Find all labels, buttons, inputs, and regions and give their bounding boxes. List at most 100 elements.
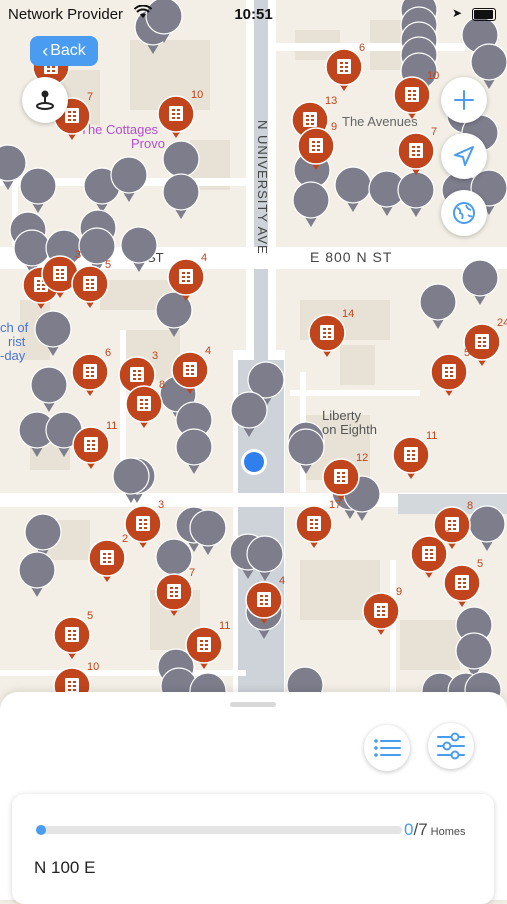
building-count: 12 bbox=[356, 452, 368, 464]
building-count: 7 bbox=[87, 91, 93, 103]
homes-progress-bar bbox=[36, 825, 402, 835]
back-button[interactable]: ‹ Back bbox=[30, 36, 98, 66]
sliders-icon bbox=[437, 732, 465, 760]
building-icon bbox=[307, 516, 321, 531]
place-label: The Cottages bbox=[80, 122, 159, 137]
chevron-left-icon: ‹ bbox=[42, 40, 49, 61]
building-count: 8 bbox=[467, 500, 473, 512]
back-button-label: Back bbox=[50, 42, 86, 59]
building-icon bbox=[167, 584, 181, 599]
building-count: 5 bbox=[477, 558, 483, 570]
building-icon bbox=[65, 678, 79, 693]
building-icon bbox=[137, 396, 151, 411]
map[interactable]: N UNIVERSITY AVEE 800 N STST The Cottage… bbox=[0, 0, 507, 700]
globe-icon bbox=[453, 202, 475, 224]
building-icon bbox=[169, 106, 183, 121]
building-icon bbox=[334, 469, 348, 484]
filter-button[interactable] bbox=[428, 723, 474, 769]
building-count: 5 bbox=[444, 529, 450, 541]
building-icon bbox=[405, 87, 419, 102]
building-count: 14 bbox=[342, 308, 354, 320]
street-name: N 100 E bbox=[34, 858, 96, 877]
user-location-dot bbox=[241, 449, 267, 475]
building-icon bbox=[422, 546, 436, 561]
building-icon bbox=[475, 334, 489, 349]
place-label: Provo bbox=[131, 136, 165, 151]
building-count: 4 bbox=[205, 345, 211, 357]
building-icon bbox=[136, 516, 150, 531]
locate-me-button[interactable] bbox=[441, 133, 487, 179]
homes-unit-label: Homes bbox=[430, 826, 466, 838]
building-icon bbox=[183, 362, 197, 377]
navigation-arrow-icon bbox=[454, 146, 474, 166]
place-label: The Avenues bbox=[342, 114, 418, 129]
route-joystick-button[interactable] bbox=[22, 77, 68, 123]
building-count: 10 bbox=[427, 70, 439, 82]
building-icon bbox=[374, 603, 388, 618]
building-icon bbox=[83, 276, 97, 291]
building-count: 4 bbox=[279, 575, 285, 587]
building-icon bbox=[404, 447, 418, 462]
building-count: 9 bbox=[396, 586, 402, 598]
building-icon bbox=[53, 266, 67, 281]
bottom-sheet[interactable]: 0/7 Homes N 100 E bbox=[0, 692, 507, 904]
place-label: -day bbox=[0, 348, 26, 363]
plus-icon bbox=[454, 90, 474, 110]
battery-icon bbox=[472, 8, 496, 21]
clock: 10:51 bbox=[234, 6, 273, 23]
building-count: 10 bbox=[191, 89, 203, 101]
building-count: 13 bbox=[325, 95, 337, 107]
building-count: 11 bbox=[426, 430, 437, 442]
building-icon bbox=[257, 592, 271, 607]
building-count: 3 bbox=[158, 499, 164, 511]
building-count: 3 bbox=[152, 350, 158, 362]
building-icon bbox=[309, 138, 323, 153]
building-icon bbox=[83, 364, 97, 379]
homes-progress-fill bbox=[36, 825, 46, 835]
place-label: rist bbox=[8, 334, 26, 349]
building-icon bbox=[442, 364, 456, 379]
building-icon bbox=[320, 325, 334, 340]
sheet-grabber[interactable] bbox=[230, 702, 276, 707]
street-label: E 800 N ST bbox=[310, 249, 392, 265]
building-count: 11 bbox=[106, 420, 117, 432]
building-icon bbox=[179, 269, 193, 284]
building-icon bbox=[130, 367, 144, 382]
place-label: on Eighth bbox=[322, 422, 377, 437]
building-count: 4 bbox=[201, 252, 207, 264]
building-icon bbox=[197, 637, 211, 652]
building-icon bbox=[65, 108, 79, 123]
building-icon bbox=[409, 143, 423, 158]
building-count: 11 bbox=[219, 620, 230, 632]
building-count: 6 bbox=[359, 42, 365, 54]
building-count: 7 bbox=[189, 567, 195, 579]
building-icon bbox=[455, 575, 469, 590]
building-count: 5 bbox=[87, 610, 93, 622]
building-icon bbox=[100, 550, 114, 565]
homes-count: 0/7 Homes bbox=[404, 820, 466, 840]
list-view-button[interactable] bbox=[364, 725, 410, 771]
homes-total: 7 bbox=[418, 820, 428, 839]
location-services-icon: ➤ bbox=[452, 6, 463, 20]
building-count: 2 bbox=[122, 533, 128, 545]
building-count: 7 bbox=[431, 126, 437, 138]
building-count: 5 bbox=[105, 259, 111, 271]
building-icon bbox=[303, 112, 317, 127]
map-type-button[interactable] bbox=[441, 190, 487, 236]
building-count: 3 bbox=[75, 249, 81, 261]
building-count: 17 bbox=[329, 499, 341, 511]
street-label: N UNIVERSITY AVE bbox=[255, 120, 270, 255]
building-count: 24 bbox=[497, 317, 507, 329]
route-card[interactable]: 0/7 Homes N 100 E bbox=[12, 794, 494, 904]
place-label: Liberty bbox=[322, 408, 362, 423]
building-icon bbox=[65, 627, 79, 642]
building-icon bbox=[84, 437, 98, 452]
building-count: 5 bbox=[464, 347, 470, 359]
building-count: 8 bbox=[159, 379, 165, 391]
building-icon bbox=[337, 59, 351, 74]
building-count: 9 bbox=[331, 121, 337, 133]
zoom-in-button[interactable] bbox=[441, 77, 487, 123]
status-bar: Network Provider 10:51 ➤ bbox=[0, 0, 507, 30]
place-label: ch of bbox=[0, 320, 29, 335]
building-count: 10 bbox=[87, 661, 99, 673]
